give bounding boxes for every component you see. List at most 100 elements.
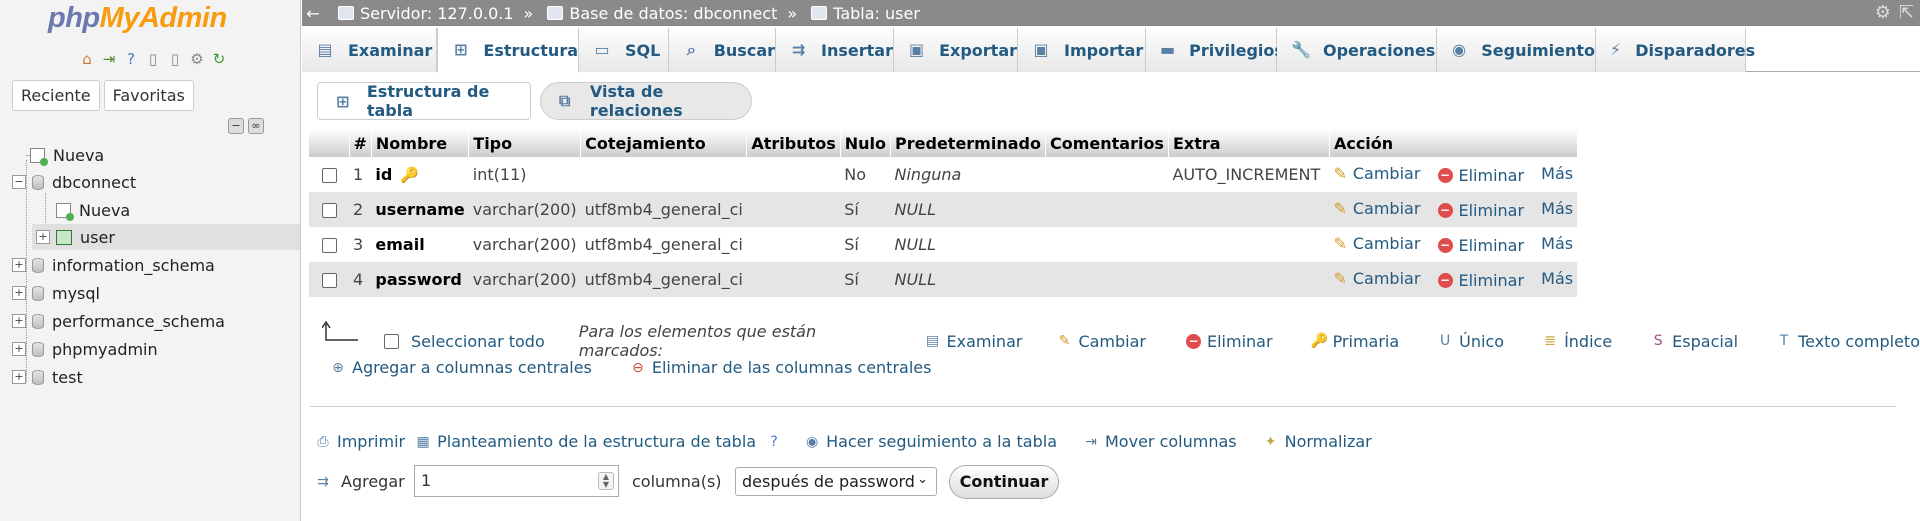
expand-icon[interactable]: + bbox=[12, 314, 26, 328]
more-button[interactable]: Más bbox=[1541, 164, 1573, 183]
column-count-input[interactable]: 1 ▲ ▼ bbox=[414, 465, 619, 497]
drop-button[interactable]: − Eliminar bbox=[1437, 201, 1524, 220]
expand-icon[interactable]: + bbox=[12, 342, 26, 356]
bulk-unique[interactable]: U Único bbox=[1437, 332, 1504, 351]
help-icon[interactable]: ? bbox=[766, 434, 788, 450]
field-name: username bbox=[375, 200, 465, 219]
reload-icon[interactable]: ↻ bbox=[210, 50, 228, 68]
more-button[interactable]: Más bbox=[1541, 199, 1573, 218]
propose-structure-link[interactable]: ▦ Planteamiento de la estructura de tabla bbox=[415, 432, 756, 451]
tab-tracking[interactable]: ◉ Seguimiento bbox=[1437, 28, 1596, 72]
row-checkbox[interactable] bbox=[321, 168, 337, 183]
tab-browse[interactable]: ▤ Examinar bbox=[302, 28, 437, 72]
drop-button[interactable]: − Eliminar bbox=[1437, 271, 1524, 290]
docs-icon[interactable]: ▯ bbox=[144, 50, 162, 68]
tree-item-information-schema[interactable]: + information_schema bbox=[12, 252, 215, 278]
tab-privileges[interactable]: ▬ Privilegios bbox=[1146, 28, 1284, 72]
drop-button[interactable]: − Eliminar bbox=[1437, 166, 1524, 185]
breadcrumb-server[interactable]: Servidor: 127.0.0.1 bbox=[338, 4, 514, 23]
collapse-all-button[interactable]: − bbox=[228, 118, 244, 134]
link-icon[interactable]: ∞ bbox=[248, 118, 264, 134]
add-central-columns[interactable]: ⊕ Agregar a columnas centrales bbox=[330, 358, 592, 377]
tree-item-test[interactable]: + test bbox=[12, 364, 83, 390]
drop-button[interactable]: − Eliminar bbox=[1437, 236, 1524, 255]
help-icon[interactable]: ? bbox=[122, 50, 140, 68]
more-button[interactable]: Más bbox=[1541, 269, 1573, 288]
print-link[interactable]: ⎙ Imprimir bbox=[315, 432, 405, 451]
track-table-link[interactable]: ◉ Hacer seguimiento a la tabla bbox=[804, 432, 1057, 451]
change-button[interactable]: ✎ Cambiar bbox=[1333, 164, 1420, 183]
col-num[interactable]: # bbox=[349, 129, 372, 157]
tab-structure[interactable]: ⊞ Estructura bbox=[437, 28, 579, 73]
tab-import[interactable]: ▣ Importar bbox=[1018, 28, 1146, 72]
column-position-select[interactable]: después de password ⌄ bbox=[735, 467, 937, 496]
breadcrumb-database[interactable]: Base de datos: dbconnect bbox=[547, 4, 777, 23]
home-icon[interactable]: ⌂ bbox=[78, 50, 96, 68]
expand-icon[interactable]: + bbox=[12, 370, 26, 384]
bulk-primary[interactable]: 🔑 Primaria bbox=[1311, 332, 1400, 351]
col-extra[interactable]: Extra bbox=[1168, 129, 1330, 157]
tree-item-new-database[interactable]: Nueva bbox=[30, 142, 104, 168]
change-button[interactable]: ✎ Cambiar bbox=[1333, 199, 1420, 218]
row-checkbox[interactable] bbox=[321, 238, 337, 253]
collapse-icon[interactable]: ⇱ bbox=[1899, 2, 1914, 23]
tab-insert[interactable]: ⇉ Insertar bbox=[776, 28, 894, 72]
expand-icon[interactable]: + bbox=[12, 258, 26, 272]
row-checkbox[interactable] bbox=[321, 203, 337, 218]
tab-sql[interactable]: ▭ SQL bbox=[579, 28, 669, 72]
back-arrow-icon[interactable]: ← bbox=[302, 4, 324, 23]
expand-icon[interactable]: + bbox=[12, 286, 26, 300]
settings-icon[interactable]: ⚙ bbox=[1875, 2, 1891, 23]
tab-export[interactable]: ▣ Exportar bbox=[894, 28, 1018, 72]
table-row: 2 username varchar(200) utf8mb4_general_… bbox=[309, 192, 1578, 227]
bulk-drop[interactable]: − Eliminar bbox=[1186, 332, 1273, 351]
col-attributes[interactable]: Atributos bbox=[746, 129, 841, 157]
bulk-index[interactable]: ≣ Índice bbox=[1542, 332, 1612, 351]
subtab-table-structure[interactable]: ⊞ Estructura de tabla bbox=[317, 82, 531, 120]
export-icon: ▣ bbox=[908, 40, 925, 59]
recent-tab[interactable]: Reciente bbox=[12, 80, 100, 111]
collapse-icon[interactable]: − bbox=[12, 175, 26, 189]
col-null[interactable]: Nulo bbox=[840, 129, 892, 157]
continue-button[interactable]: Continuar bbox=[949, 465, 1059, 499]
col-collation[interactable]: Cotejamiento bbox=[580, 129, 748, 157]
bulk-spatial[interactable]: S Espacial bbox=[1650, 332, 1738, 351]
col-comments[interactable]: Comentarios bbox=[1045, 129, 1169, 157]
gear-icon[interactable]: ⚙ bbox=[188, 50, 206, 68]
database-icon bbox=[32, 341, 44, 357]
arrow-up-icon bbox=[322, 320, 358, 341]
stepper-icon[interactable]: ▲ ▼ bbox=[598, 472, 614, 490]
col-action[interactable]: Acción bbox=[1329, 129, 1578, 157]
select-all-checkbox[interactable]: Seleccionar todo bbox=[384, 332, 545, 351]
col-name[interactable]: Nombre bbox=[371, 129, 470, 157]
phpmyadmin-logo[interactable]: phpMyAdmin bbox=[48, 2, 227, 35]
tree-item-mysql[interactable]: + mysql bbox=[12, 280, 100, 306]
favorites-tab[interactable]: Favoritas bbox=[103, 80, 194, 111]
logout-icon[interactable]: ⇥ bbox=[100, 50, 118, 68]
tab-search[interactable]: ⌕ Buscar bbox=[669, 28, 776, 72]
col-default[interactable]: Predeterminado bbox=[890, 129, 1046, 157]
remove-central-columns[interactable]: ⊖ Eliminar de las columnas centrales bbox=[630, 358, 931, 377]
tab-operations[interactable]: 🔧 Operaciones bbox=[1277, 28, 1437, 72]
tree-item-phpmyadmin[interactable]: + phpmyadmin bbox=[12, 336, 158, 362]
tree-item-performance-schema[interactable]: + performance_schema bbox=[12, 308, 225, 334]
bulk-fulltext[interactable]: T Texto completo bbox=[1776, 332, 1920, 351]
expand-icon[interactable]: + bbox=[36, 230, 50, 244]
breadcrumb-table[interactable]: Tabla: user bbox=[811, 4, 920, 23]
tree-item-user[interactable]: + user bbox=[32, 224, 300, 250]
chevron-down-icon: ⌄ bbox=[917, 472, 928, 487]
row-checkbox[interactable] bbox=[321, 273, 337, 288]
tree-item-dbconnect[interactable]: − dbconnect bbox=[12, 169, 136, 195]
more-button[interactable]: Más bbox=[1541, 234, 1573, 253]
move-columns-link[interactable]: ⇥ Mover columnas bbox=[1083, 432, 1236, 451]
normalize-link[interactable]: ✦ Normalizar bbox=[1263, 432, 1372, 451]
change-button[interactable]: ✎ Cambiar bbox=[1333, 269, 1420, 288]
docs2-icon[interactable]: ▯ bbox=[166, 50, 184, 68]
bulk-browse[interactable]: ▤ Examinar bbox=[925, 332, 1023, 351]
tab-triggers[interactable]: ⚡ Disparadores bbox=[1596, 28, 1755, 72]
bulk-change[interactable]: ✎ Cambiar bbox=[1056, 332, 1146, 351]
tree-item-new-table[interactable]: Nueva bbox=[56, 197, 130, 223]
change-button[interactable]: ✎ Cambiar bbox=[1333, 234, 1420, 253]
col-type[interactable]: Tipo bbox=[468, 129, 582, 157]
subtab-relation-view[interactable]: ⧉ Vista de relaciones bbox=[540, 82, 752, 120]
